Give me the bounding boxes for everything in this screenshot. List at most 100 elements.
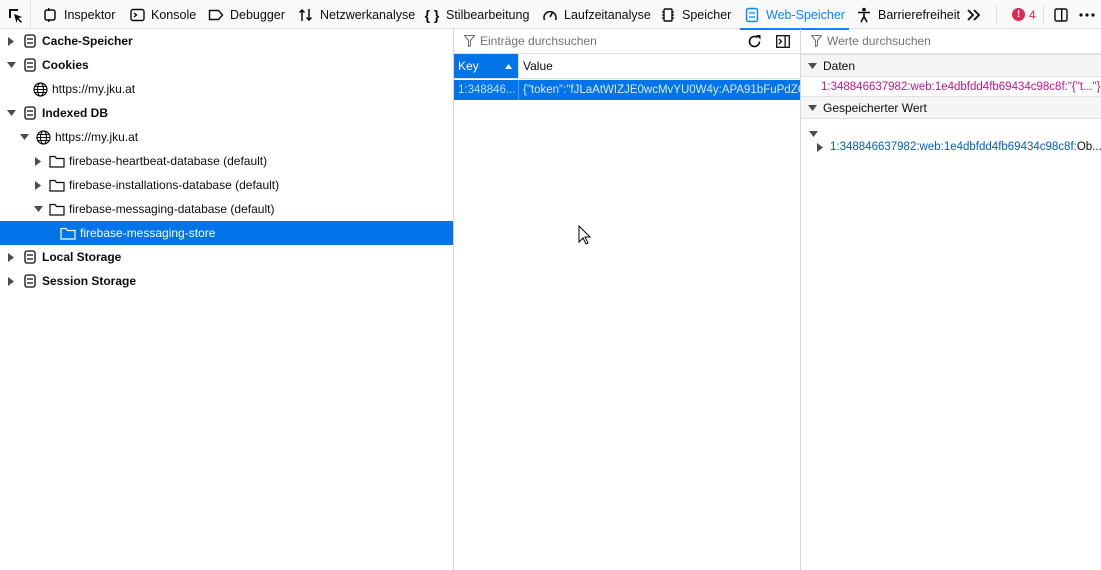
error-count-button[interactable]: ! 4 <box>1012 0 1036 29</box>
tree-item-firebase-messaging-store[interactable]: firebase-messaging-store <box>0 221 453 245</box>
debugger-icon <box>208 7 224 23</box>
globe-icon <box>32 81 48 97</box>
tab-laufzeitanalyse[interactable]: Laufzeitanalyse <box>542 0 651 29</box>
tree-item-label: Cache-Speicher <box>42 34 133 48</box>
tree-item-label: https://my.jku.at <box>52 82 136 96</box>
tab-label: Debugger <box>230 7 285 22</box>
tree-item-local-storage[interactable]: Local Storage <box>0 245 453 269</box>
tab-label: Konsole <box>151 7 197 22</box>
table-header: Key Value <box>454 54 800 79</box>
storage-table-panel: Key Value 1:348846... {"token":"fJLaAtWI… <box>454 29 801 570</box>
section-gespeicherter-wert[interactable]: Gespeicherter Wert <box>801 96 1101 119</box>
chevron-right-icon[interactable] <box>6 276 16 286</box>
filter-icon <box>809 34 823 48</box>
tab-inspektor[interactable]: Inspektor <box>42 0 115 29</box>
tab-netzwerkanalyse[interactable]: Netzwerkanalyse <box>298 0 415 29</box>
tree-item-label: Indexed DB <box>42 106 109 120</box>
sort-ascending-icon <box>505 64 512 69</box>
storage-icon <box>22 33 38 49</box>
table-row[interactable]: 1:348846... {"token":"fJLaAtWIZJE0wcMvYU… <box>454 80 800 100</box>
chevron-down-icon[interactable] <box>6 108 16 118</box>
column-header-key[interactable]: Key <box>454 54 518 78</box>
refresh-button[interactable] <box>747 34 762 52</box>
storage-icon <box>22 105 38 121</box>
chevron-down-icon[interactable] <box>33 204 43 214</box>
tree-item-label: firebase-messaging-database (default) <box>69 202 275 216</box>
dock-icon <box>1054 7 1068 22</box>
refresh-icon <box>748 35 761 48</box>
tab-label: Laufzeitanalyse <box>564 7 651 22</box>
toolbar-separator <box>1043 5 1044 24</box>
section-title: Daten <box>823 58 856 73</box>
chevron-right-icon[interactable] <box>33 180 43 190</box>
tab-label: Inspektor <box>64 7 116 22</box>
tree-item-indexed-db[interactable]: Indexed DB <box>0 101 453 125</box>
tree-item-label: firebase-messaging-store <box>80 226 216 240</box>
storage-icon <box>744 7 760 23</box>
toolbar-separator <box>996 5 997 24</box>
chevron-right-icon[interactable] <box>6 36 16 46</box>
inspector-icon <box>42 7 58 23</box>
chevron-down-icon[interactable] <box>807 103 817 113</box>
chevron-down-icon[interactable] <box>6 60 16 70</box>
section-title: Gespeicherter Wert <box>823 100 927 115</box>
tree-item-firebase-installations-database[interactable]: firebase-installations-database (default… <box>0 173 453 197</box>
folder-icon <box>49 153 65 169</box>
globe-icon <box>35 129 51 145</box>
tab-speicher[interactable]: Speicher <box>660 0 731 29</box>
stored-value: Ob...t <box>1076 141 1101 153</box>
folder-icon <box>49 201 65 217</box>
tree-item-cache-speicher[interactable]: Cache-Speicher <box>0 29 453 53</box>
tab-web-speicher[interactable]: Web-Speicher <box>740 0 849 30</box>
more-options-icon <box>1079 12 1095 17</box>
sidebar-toggle-icon <box>776 35 790 48</box>
storage-icon <box>22 249 38 265</box>
table-filter-input[interactable] <box>480 34 750 48</box>
tab-label: Speicher <box>682 7 732 22</box>
storage-icon <box>22 273 38 289</box>
tree-item-cookies-host[interactable]: https://my.jku.at <box>0 77 453 101</box>
tree-item-label: firebase-installations-database (default… <box>69 178 280 192</box>
tree-item-indexeddb-host[interactable]: https://my.jku.at <box>0 125 453 149</box>
tree-item-label: firebase-heartbeat-database (default) <box>69 154 268 168</box>
tab-label: Barrierefreiheit <box>878 7 960 22</box>
devtools-toolbar: Inspektor Konsole Debugger Netzwerkanaly… <box>0 0 1101 30</box>
chevron-down-icon[interactable] <box>807 61 817 71</box>
chevron-right-icon[interactable] <box>33 156 43 166</box>
data-entry[interactable]: 1:348846637982:web:1e4dbfdd4fb69434c98c8… <box>821 81 1101 93</box>
toggle-sidebar-button[interactable] <box>776 35 790 51</box>
chevron-right-icon <box>817 142 823 152</box>
values-filter-input[interactable] <box>827 34 1087 48</box>
more-tools-button[interactable] <box>966 0 982 29</box>
tab-konsole[interactable]: Konsole <box>129 0 196 29</box>
tree-item-label: Session Storage <box>42 274 137 288</box>
column-header-value[interactable]: Value <box>518 54 800 78</box>
data-key: 1:348846637982:web:1e4dbfdd4fb69434c98c8… <box>821 81 1068 93</box>
stored-entry[interactable]: 1:348846637982:web:1e4dbfdd4fb69434c98c8… <box>817 141 1101 153</box>
stored-root-toggle[interactable] <box>809 126 818 140</box>
tab-barrierefreiheit[interactable]: Barrierefreiheit <box>856 0 960 29</box>
dock-options-button[interactable] <box>1053 0 1069 29</box>
element-picker-button[interactable] <box>0 0 31 29</box>
tree-item-label: https://my.jku.at <box>55 130 139 144</box>
tree-item-cookies[interactable]: Cookies <box>0 53 453 77</box>
chevron-right-icon[interactable] <box>6 252 16 262</box>
tab-stilbearbeitung[interactable]: { } Stilbearbeitung <box>424 0 530 29</box>
filter-icon <box>462 34 476 48</box>
tab-label: Web-Speicher <box>766 7 845 22</box>
value-sidebar: Daten 1:348846637982:web:1e4dbfdd4fb6943… <box>801 29 1101 570</box>
tree-item-session-storage[interactable]: Session Storage <box>0 269 453 293</box>
cell-key[interactable]: 1:348846... <box>454 80 518 100</box>
tree-item-firebase-heartbeat-database[interactable]: firebase-heartbeat-database (default) <box>0 149 453 173</box>
tab-debugger[interactable]: Debugger <box>208 0 285 29</box>
cell-value[interactable]: {"token":"fJLaAtWIZJE0wcMvYU0W4y:APA91bF… <box>518 80 800 100</box>
cursor-arrow-icon <box>578 224 592 245</box>
tree-item-firebase-messaging-database[interactable]: firebase-messaging-database (default) <box>0 197 453 221</box>
section-daten[interactable]: Daten <box>801 54 1101 77</box>
chevron-down-icon[interactable] <box>19 132 29 142</box>
error-count: 4 <box>1029 7 1036 22</box>
settings-menu-button[interactable] <box>1079 0 1095 29</box>
tree-item-label: Cookies <box>42 58 89 72</box>
data-value: "{"t..."}}" <box>1067 81 1101 93</box>
storage-icon <box>22 57 38 73</box>
